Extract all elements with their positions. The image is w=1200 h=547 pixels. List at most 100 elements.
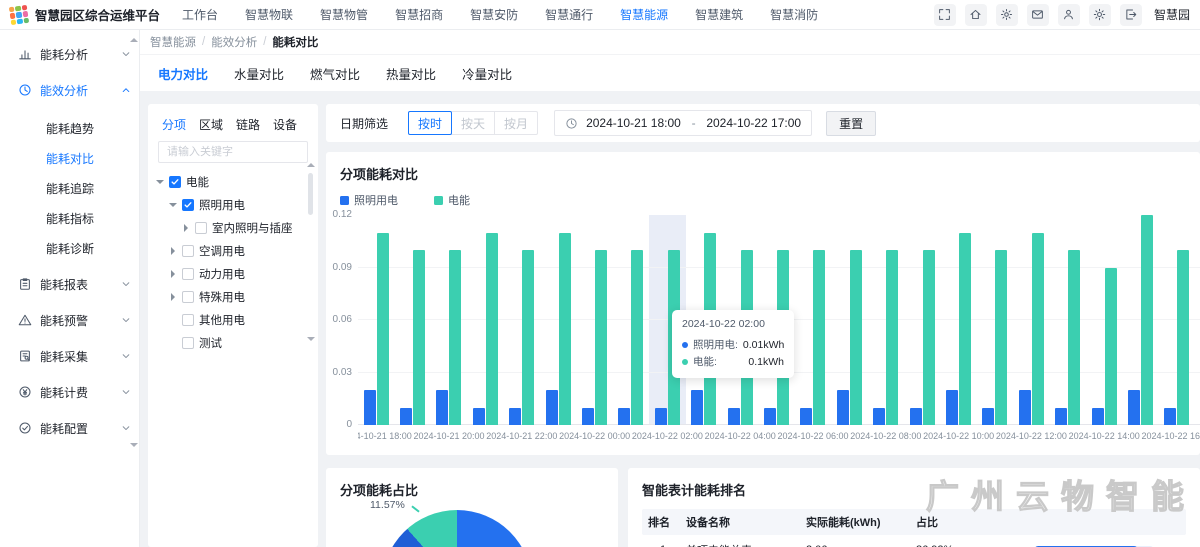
top-nav-item[interactable]: 智慧消防 xyxy=(770,6,818,23)
tree-node-label: 测试 xyxy=(199,335,222,351)
page-tab[interactable]: 热量对比 xyxy=(386,64,436,83)
tree-expand-icon[interactable] xyxy=(169,270,177,278)
sidebar-item[interactable]: 能效分析 xyxy=(0,73,139,107)
top-nav-item[interactable]: 智慧安防 xyxy=(470,6,518,23)
breadcrumb-item[interactable]: 智慧能源 xyxy=(150,34,196,50)
bar-group xyxy=(1086,215,1122,425)
pie-slice-label: 11.57% xyxy=(370,499,405,511)
scroll-up-icon[interactable] xyxy=(307,163,315,167)
pie-chart-title: 分项能耗占比 xyxy=(326,468,618,499)
sidebar-item-label: 能耗预警 xyxy=(40,312,113,329)
top-nav-item[interactable]: 智慧物管 xyxy=(320,6,368,23)
sidebar-item[interactable]: 能耗采集 xyxy=(0,339,139,373)
y-axis-label: 0 xyxy=(326,419,352,430)
page-tab[interactable]: 燃气对比 xyxy=(310,64,360,83)
sidebar-item[interactable]: 能耗报表 xyxy=(0,267,139,301)
tree-node[interactable]: 动力用电 xyxy=(148,262,318,285)
legend-swatch xyxy=(434,196,443,205)
tree-checkbox[interactable] xyxy=(182,268,194,280)
tree-checkbox[interactable] xyxy=(182,314,194,326)
sidebar-item[interactable]: 能耗配置 xyxy=(0,411,139,445)
gear-icon[interactable] xyxy=(996,4,1018,26)
sidebar-subitem[interactable]: 能耗追踪 xyxy=(0,173,139,203)
tree-tab[interactable]: 区域 xyxy=(199,116,223,133)
reset-button[interactable]: 重置 xyxy=(826,111,876,136)
user-icon[interactable] xyxy=(1058,4,1080,26)
tree-node[interactable]: 其他用电 xyxy=(148,308,318,331)
legend-item[interactable]: 照明用电 xyxy=(340,192,398,208)
bar-group xyxy=(358,215,394,425)
top-nav-item[interactable]: 工作台 xyxy=(182,6,218,23)
tree-node[interactable]: 特殊用电 xyxy=(148,285,318,308)
sidebar-item[interactable]: 能耗分析 xyxy=(0,37,139,71)
exit-icon[interactable] xyxy=(1120,4,1142,26)
date-mode-button[interactable]: 按月 xyxy=(494,111,538,135)
tree-expand-icon[interactable] xyxy=(156,178,164,186)
top-nav-item[interactable]: 智慧建筑 xyxy=(695,6,743,23)
top-nav-item[interactable]: 智慧招商 xyxy=(395,6,443,23)
tree-checkbox[interactable] xyxy=(182,199,194,211)
page-tab[interactable]: 水量对比 xyxy=(234,64,284,83)
breadcrumb-item[interactable]: 能效分析 xyxy=(211,34,257,50)
page-tabs: 电力对比 水量对比 燃气对比 热量对比 冷量对比 xyxy=(140,55,1200,91)
tree-checkbox[interactable] xyxy=(182,291,194,303)
scroll-down-icon[interactable] xyxy=(307,337,315,341)
bar-lighting-power xyxy=(764,408,776,426)
bar-lighting-power xyxy=(910,408,922,426)
tree-checkbox[interactable] xyxy=(169,176,181,188)
tooltip-series-label: 电能: xyxy=(693,354,717,369)
brightness-icon[interactable] xyxy=(1089,4,1111,26)
sidebar-scrollbar[interactable] xyxy=(129,38,138,447)
legend-item[interactable]: 电能 xyxy=(434,192,470,208)
date-range-picker[interactable]: 2024-10-21 18:00 - 2024-10-22 17:00 xyxy=(554,110,812,136)
tree-tab[interactable]: 链路 xyxy=(236,116,260,133)
tree-scrollbar[interactable] xyxy=(306,163,315,341)
top-nav-item[interactable]: 智慧通行 xyxy=(545,6,593,23)
top-nav-item[interactable]: 智慧能源 xyxy=(620,6,668,23)
tree-expand-icon[interactable] xyxy=(182,224,190,232)
tree-tab[interactable]: 分项 xyxy=(162,116,186,133)
sidebar-item[interactable]: 能耗预警 xyxy=(0,303,139,337)
tooltip-row: 电能: 0.1kWh xyxy=(682,353,784,370)
tree-node[interactable]: 室内照明与插座 xyxy=(148,216,318,239)
tree-expand-icon[interactable] xyxy=(169,247,177,255)
tree-tabs: 分项区域链路设备 xyxy=(148,104,318,133)
date-filter-bar: 日期筛选 按时按天按月 2024-10-21 18:00 - 2024-10-2… xyxy=(326,104,1200,142)
top-header: 智慧园区综合运维平台 工作台智慧物联智慧物管智慧招商智慧安防智慧通行智慧能源智慧… xyxy=(0,0,1200,30)
scroll-down-icon[interactable] xyxy=(130,443,138,447)
mail-icon[interactable] xyxy=(1027,4,1049,26)
page-tab[interactable]: 电力对比 xyxy=(158,64,208,83)
scroll-thumb[interactable] xyxy=(308,173,313,215)
fullscreen-icon[interactable] xyxy=(934,4,956,26)
tree-expand-icon[interactable] xyxy=(169,293,177,301)
tree-tab[interactable]: 设备 xyxy=(273,116,297,133)
x-axis-label: 2024-10-22 06:00 xyxy=(777,431,848,441)
chart-legend: 照明用电 电能 xyxy=(340,192,470,208)
sidebar-subitem[interactable]: 能耗指标 xyxy=(0,203,139,233)
tree-node[interactable]: 电能 xyxy=(148,170,318,193)
tree-checkbox[interactable] xyxy=(195,222,207,234)
sidebar-subitem[interactable]: 能耗诊断 xyxy=(0,233,139,263)
sidebar-item-label: 能耗计费 xyxy=(40,384,113,401)
content-area: 分项区域链路设备 电能照明用电室内照明与插座空调用电动力用电特殊用电其他用电测试… xyxy=(140,91,1200,547)
tree-checkbox[interactable] xyxy=(182,337,194,349)
tree-checkbox[interactable] xyxy=(182,245,194,257)
scroll-up-icon[interactable] xyxy=(130,38,138,42)
page-tab[interactable]: 冷量对比 xyxy=(462,64,512,83)
x-axis-label: 2024-10-22 10:00 xyxy=(923,431,994,441)
tree-node[interactable]: 测试 xyxy=(148,331,318,354)
bar-electric-energy xyxy=(449,250,461,425)
tree-node[interactable]: 照明用电 xyxy=(148,193,318,216)
date-mode-button[interactable]: 按时 xyxy=(408,111,452,135)
date-mode-button[interactable]: 按天 xyxy=(451,111,495,135)
tree-node[interactable]: 空调用电 xyxy=(148,239,318,262)
sidebar-item[interactable]: 能耗计费 xyxy=(0,375,139,409)
sidebar-subitem[interactable]: 能耗趋势 xyxy=(0,113,139,143)
tree-search-input[interactable] xyxy=(158,141,308,163)
top-nav-item[interactable]: 智慧物联 xyxy=(245,6,293,23)
sidebar-subitem[interactable]: 能耗对比 xyxy=(0,143,139,173)
tree-expand-icon[interactable] xyxy=(169,201,177,209)
bar-electric-energy xyxy=(959,233,971,426)
x-axis-label: 2024-10-21 22:00 xyxy=(486,431,557,441)
home-icon[interactable] xyxy=(965,4,987,26)
